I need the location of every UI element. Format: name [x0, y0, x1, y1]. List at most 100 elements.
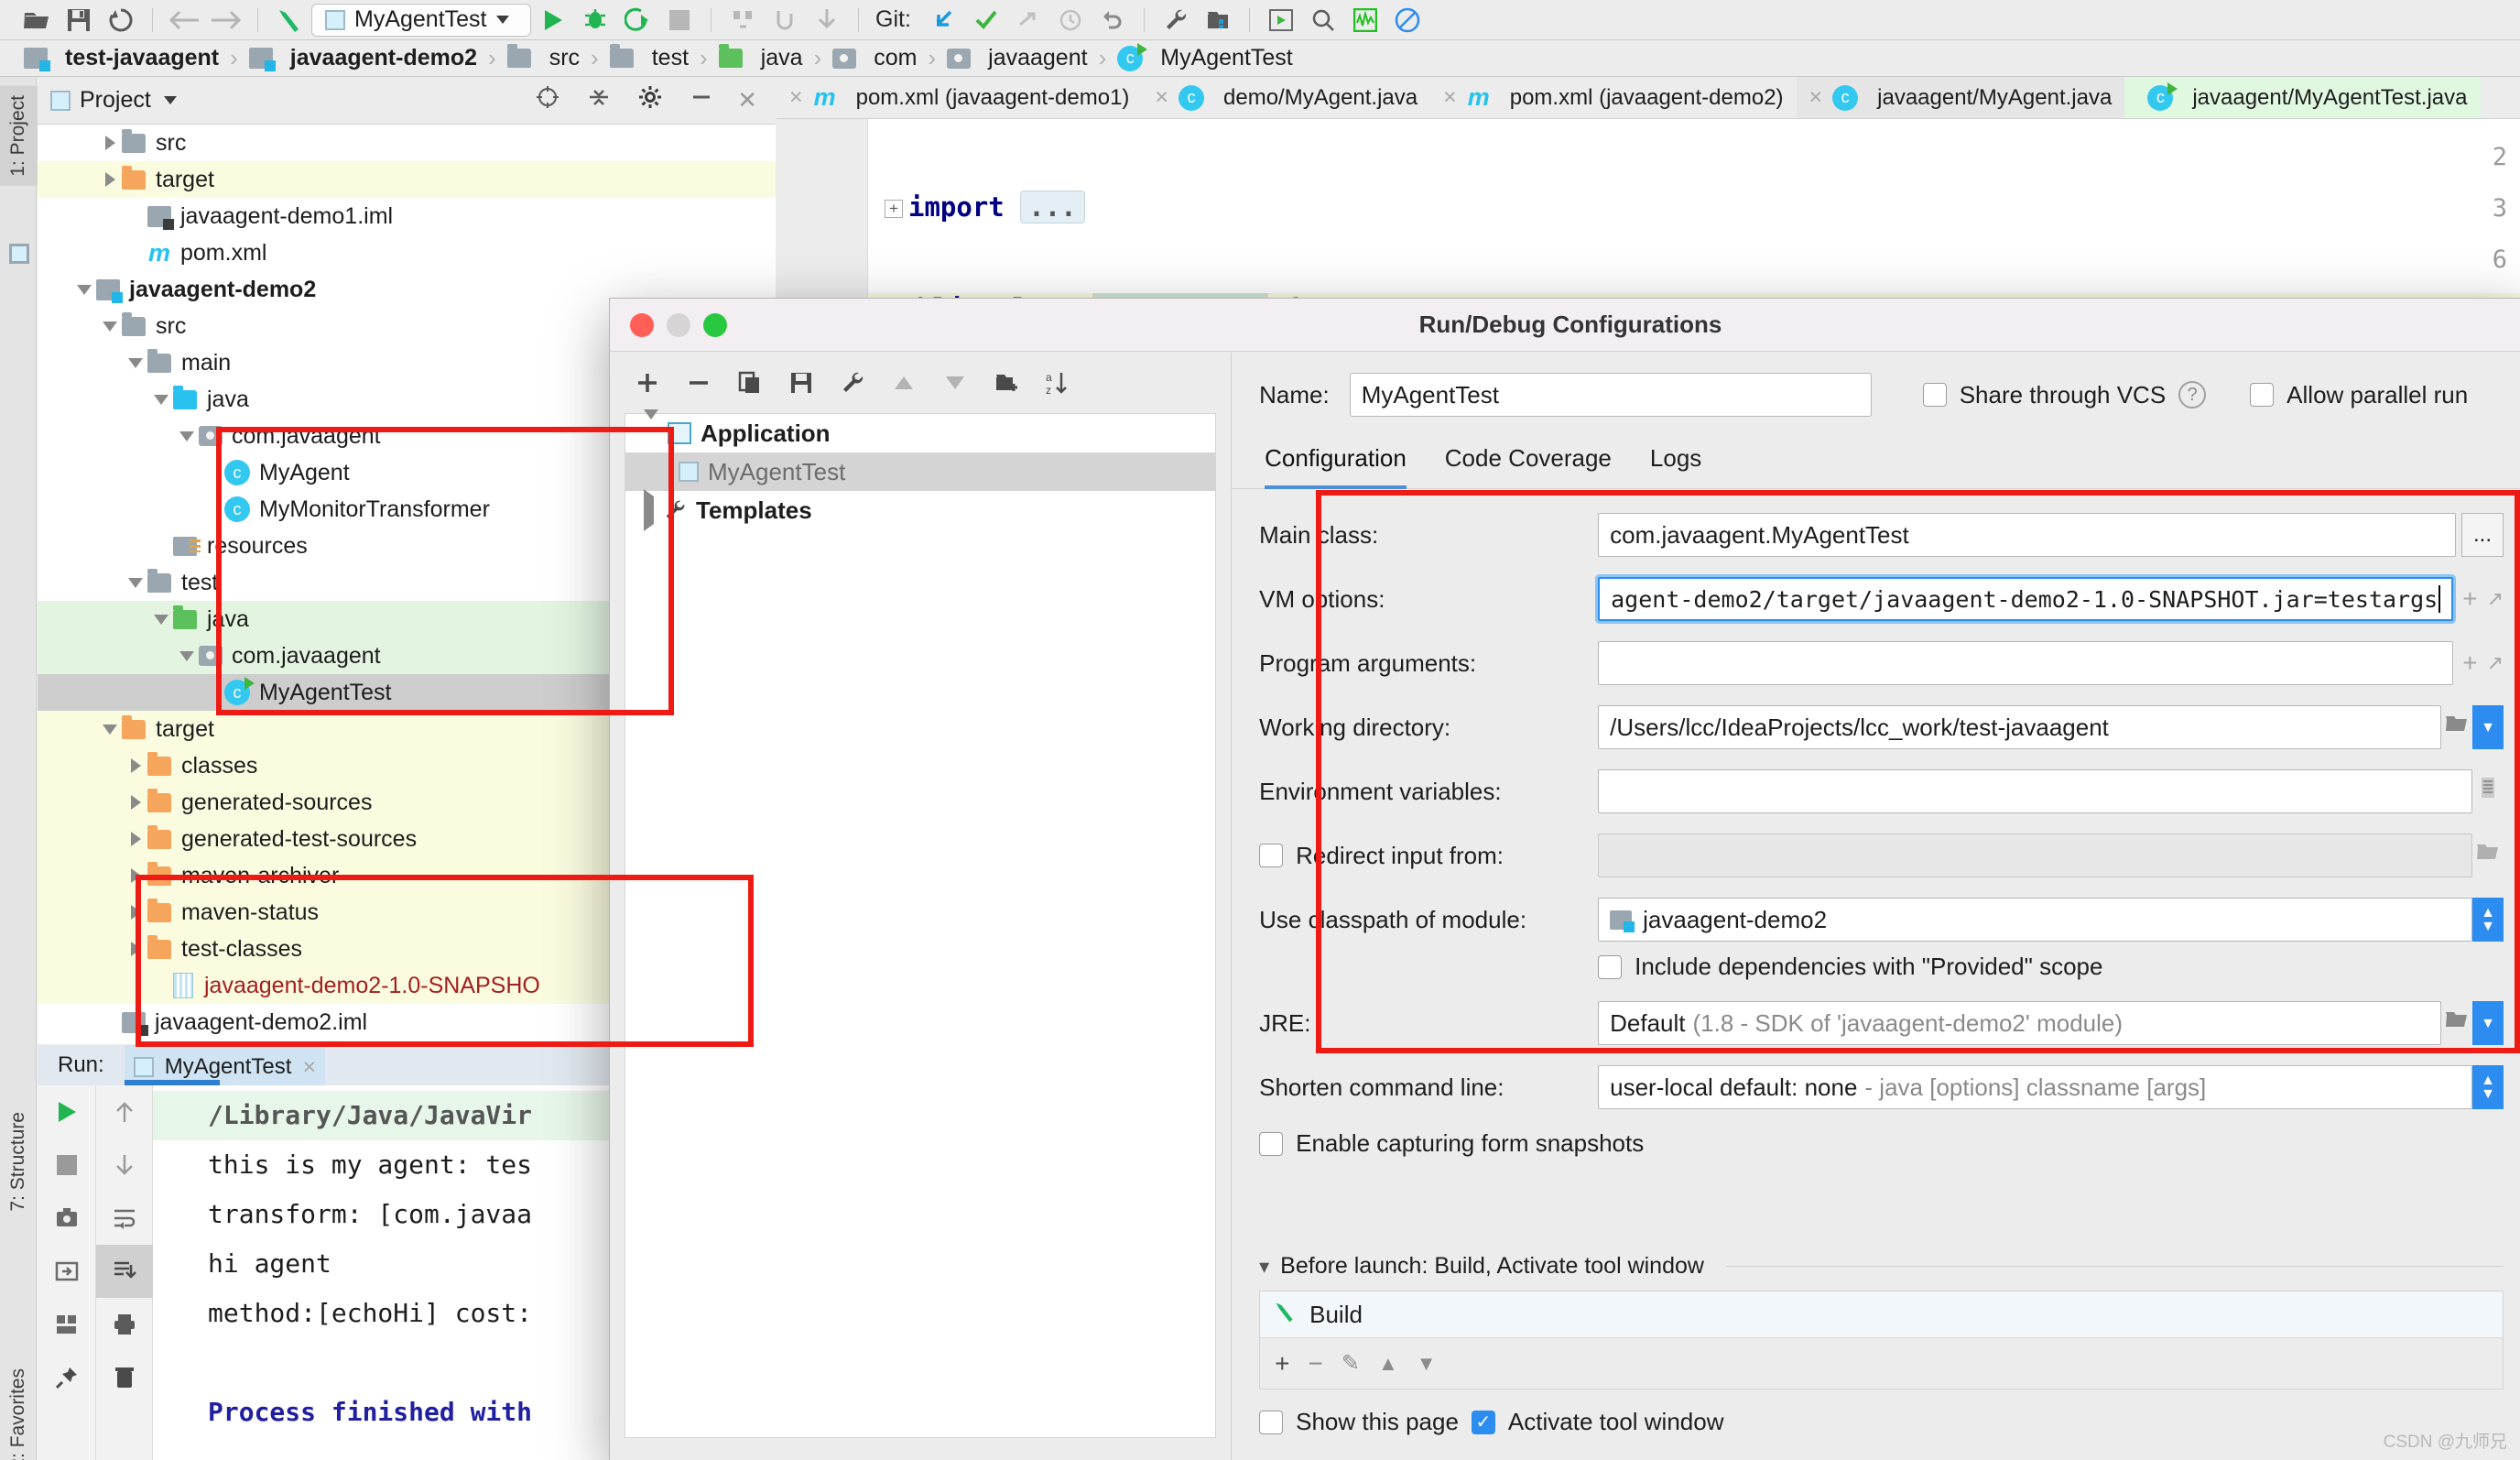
- fold-marker-icon[interactable]: +: [885, 200, 903, 218]
- add-icon[interactable]: +: [2462, 648, 2477, 678]
- search-everywhere-icon[interactable]: [1303, 4, 1343, 37]
- build-hammer-icon[interactable]: [269, 4, 310, 37]
- run-tab-myagenttest[interactable]: MyAgentTest ×: [124, 1045, 326, 1085]
- editor-tab[interactable]: × m pom.xml (javaagent-demo2): [1430, 77, 1796, 118]
- twisty-expanded-icon[interactable]: [124, 357, 147, 368]
- twisty-expanded-icon[interactable]: [175, 650, 199, 661]
- redirect-input-browse-icon[interactable]: [2472, 834, 2504, 870]
- move-down-icon[interactable]: [932, 362, 978, 404]
- breadcrumb-item-javaagent[interactable]: javaagent: [940, 45, 1094, 71]
- remove-icon[interactable]: −: [1308, 1349, 1322, 1378]
- sync-icon[interactable]: [101, 4, 141, 37]
- before-launch-header[interactable]: ▾ Before launch: Build, Activate tool wi…: [1259, 1253, 2504, 1280]
- breadcrumb-item-test[interactable]: test: [603, 44, 696, 71]
- allow-parallel-row[interactable]: Allow parallel run: [2250, 381, 2468, 409]
- before-launch-list[interactable]: Build + − ✎ ▲ ▼: [1259, 1291, 2504, 1389]
- chevron-down-icon[interactable]: ▾: [1259, 1255, 1269, 1279]
- stop-icon[interactable]: [659, 4, 700, 37]
- editor-tab[interactable]: c javaagent/MyAgentTest.java: [2124, 77, 2481, 118]
- move-down-icon[interactable]: ▼: [1417, 1352, 1437, 1376]
- close-icon[interactable]: ×: [1809, 84, 1823, 111]
- clear-all-icon[interactable]: [96, 1351, 153, 1404]
- configuration-tree-node[interactable]: Application: [625, 409, 1215, 452]
- twisty-collapsed-icon[interactable]: [98, 172, 122, 187]
- close-icon[interactable]: ×: [789, 84, 803, 111]
- folder-icon[interactable]: [983, 362, 1029, 404]
- chevron-down-icon[interactable]: [163, 96, 177, 104]
- twisty-expanded-icon[interactable]: [98, 724, 122, 735]
- include-provided-group[interactable]: Include dependencies with "Provided" sco…: [1598, 953, 2504, 981]
- twisty-collapsed-icon[interactable]: [124, 832, 147, 846]
- twisty-collapsed-icon[interactable]: [98, 136, 122, 150]
- jre-combo[interactable]: Default (1.8 - SDK of 'javaagent-demo2' …: [1598, 1001, 2441, 1045]
- restore-layout-icon[interactable]: [38, 1245, 96, 1298]
- help-icon[interactable]: ?: [2178, 381, 2207, 409]
- locate-icon[interactable]: [536, 85, 559, 115]
- jre-browse-icon[interactable]: [2441, 1001, 2472, 1038]
- editor-tab[interactable]: × m pom.xml (javaagent-demo1): [777, 77, 1142, 118]
- move-up-icon[interactable]: ▲: [1378, 1352, 1398, 1376]
- environment-variables-list-icon[interactable]: [2472, 769, 2504, 806]
- stop-icon[interactable]: [38, 1139, 96, 1192]
- close-icon[interactable]: ×: [1155, 84, 1168, 111]
- sidebar-item-favorites[interactable]: 2: Favorites: [0, 1359, 38, 1460]
- close-icon[interactable]: ✕: [737, 86, 757, 114]
- environment-variables-input[interactable]: [1598, 769, 2472, 813]
- redirect-input-field[interactable]: [1598, 834, 2472, 877]
- program-arguments-input[interactable]: [1598, 641, 2454, 685]
- move-up-icon[interactable]: [881, 362, 927, 404]
- twisty-collapsed-icon[interactable]: [124, 905, 147, 920]
- pin-icon[interactable]: [38, 1351, 96, 1404]
- name-input[interactable]: MyAgentTest: [1349, 373, 1872, 417]
- twisty-expanded-icon[interactable]: [644, 409, 658, 448]
- editor-tab-bar[interactable]: × m pom.xml (javaagent-demo1) × c demo/MyAgen…: [777, 77, 2520, 119]
- breadcrumb-item-java[interactable]: java: [711, 44, 810, 71]
- save-icon[interactable]: [778, 362, 824, 404]
- share-vcs-row[interactable]: Share through VCS ?: [1922, 381, 2207, 409]
- configurations-tree[interactable]: Application MyAgentTest Templates: [625, 409, 1217, 1438]
- twisty-collapsed-icon[interactable]: [644, 488, 654, 531]
- tree-node[interactable]: src: [38, 125, 776, 161]
- forward-arrow-icon[interactable]: [206, 4, 246, 37]
- shorten-dropdown[interactable]: ▲ ▼: [2472, 1065, 2504, 1109]
- tab-code-coverage[interactable]: Code Coverage: [1445, 444, 1612, 489]
- twisty-collapsed-icon[interactable]: [124, 795, 147, 810]
- twisty-expanded-icon[interactable]: [72, 284, 96, 295]
- breadcrumb-item-javaagent-demo2[interactable]: javaagent-demo2: [242, 45, 484, 71]
- use-classpath-combo[interactable]: javaagent-demo2: [1598, 898, 2472, 942]
- before-launch-item-build[interactable]: Build: [1260, 1291, 2503, 1337]
- attach-icon[interactable]: [765, 4, 805, 37]
- gear-icon[interactable]: [638, 85, 662, 115]
- download-icon[interactable]: [807, 4, 847, 37]
- allow-parallel-checkbox[interactable]: [2250, 383, 2275, 407]
- working-directory-dropdown[interactable]: ▼: [2472, 705, 2504, 749]
- collapse-all-icon[interactable]: [587, 85, 611, 115]
- share-vcs-checkbox[interactable]: [1922, 383, 1947, 407]
- tree-node[interactable]: m pom.xml: [38, 234, 776, 271]
- redirect-input-checkbox[interactable]: [1259, 844, 1284, 867]
- working-directory-input[interactable]: /Users/lcc/IdeaProjects/lcc_work/test-ja…: [1598, 705, 2441, 749]
- enable-snapshots-checkbox[interactable]: [1259, 1131, 1284, 1156]
- use-classpath-dropdown[interactable]: ▲ ▼: [2472, 898, 2504, 942]
- edit-templates-icon[interactable]: [830, 362, 875, 404]
- twisty-expanded-icon[interactable]: [98, 321, 122, 332]
- save-icon[interactable]: [59, 4, 99, 37]
- breadcrumb-item-com[interactable]: com: [825, 45, 924, 71]
- expand-icon[interactable]: ↗: [2487, 587, 2504, 611]
- sidebar-item-project[interactable]: 1: Project: [0, 86, 38, 186]
- activity-monitor-icon[interactable]: [1345, 4, 1385, 37]
- print-icon[interactable]: [96, 1298, 153, 1351]
- tab-logs[interactable]: Logs: [1650, 444, 1701, 489]
- copy-icon[interactable]: [727, 362, 773, 404]
- breadcrumb-item-myagenttest[interactable]: c MyAgentTest: [1110, 42, 1300, 71]
- tree-node[interactable]: javaagent-demo1.iml: [38, 198, 776, 234]
- back-arrow-icon[interactable]: [164, 4, 204, 37]
- run-with-coverage-icon[interactable]: [617, 4, 657, 37]
- close-button[interactable]: [630, 312, 654, 337]
- project-view-icon[interactable]: [7, 242, 31, 266]
- run-icon[interactable]: [533, 4, 573, 37]
- editor-tab[interactable]: × c javaagent/MyAgent.java: [1796, 77, 2125, 118]
- activate-tool-window-checkbox[interactable]: ✓: [1471, 1410, 1495, 1434]
- update-project-icon[interactable]: [924, 4, 964, 37]
- breadcrumb-item-test-javaagent[interactable]: test-javaagent: [16, 45, 226, 71]
